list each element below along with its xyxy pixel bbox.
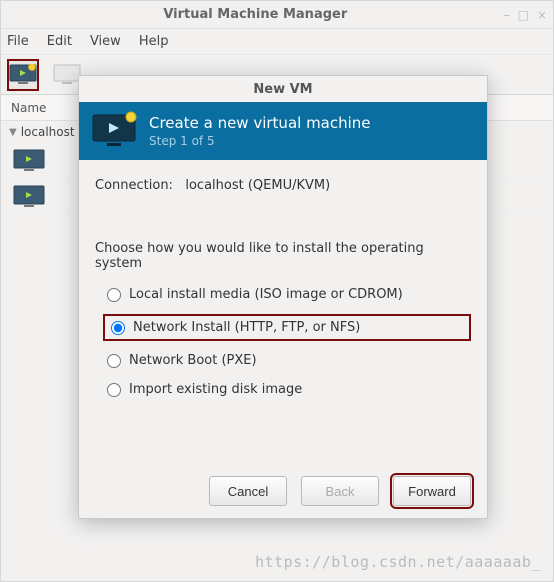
radio-local-install[interactable]: Local install media (ISO image or CDROM)	[103, 285, 471, 304]
dialog-header-step: Step 1 of 5	[149, 134, 371, 148]
dialog-header-title: Create a new virtual machine	[149, 114, 371, 132]
monitor-icon	[13, 149, 45, 173]
dialog-title-bar: New VM	[79, 76, 487, 102]
connection-line: Connection: localhost (QEMU/KVM)	[95, 178, 471, 193]
close-button[interactable]: ×	[537, 8, 547, 22]
radio-network-boot[interactable]: Network Boot (PXE)	[103, 351, 471, 370]
main-window: Virtual Machine Manager – □ × File Edit …	[0, 0, 554, 582]
install-method-radio-group: Local install media (ISO image or CDROM)…	[95, 285, 471, 399]
radio-input-local[interactable]	[107, 288, 121, 302]
tree-expand-icon[interactable]: ▼	[9, 127, 17, 138]
window-controls: – □ ×	[504, 8, 547, 22]
watermark-text: https://blog.csdn.net/aaaaaab_	[255, 553, 541, 571]
radio-input-network-boot[interactable]	[107, 354, 121, 368]
radio-input-network-install[interactable]	[111, 321, 125, 335]
main-title-bar: Virtual Machine Manager – □ ×	[1, 1, 553, 29]
menu-edit[interactable]: Edit	[47, 34, 72, 49]
menu-view[interactable]: View	[90, 34, 121, 49]
monitor-icon	[9, 64, 37, 86]
menu-bar: File Edit View Help	[1, 29, 553, 55]
monitor-icon	[53, 64, 81, 86]
radio-input-import[interactable]	[107, 383, 121, 397]
minimize-button[interactable]: –	[504, 8, 510, 22]
monitor-create-icon	[91, 111, 137, 151]
dialog-body: Connection: localhost (QEMU/KVM) Choose …	[79, 160, 487, 464]
choose-instruction: Choose how you would like to install the…	[95, 241, 471, 271]
cancel-button[interactable]: Cancel	[209, 476, 287, 506]
new-vm-toolbar-button[interactable]	[7, 59, 39, 91]
forward-button[interactable]: Forward	[393, 476, 471, 506]
radio-label-network-boot: Network Boot (PXE)	[129, 353, 257, 368]
column-header-name[interactable]: Name	[11, 101, 46, 115]
radio-label-network-install: Network Install (HTTP, FTP, or NFS)	[133, 320, 360, 335]
radio-label-local: Local install media (ISO image or CDROM)	[129, 287, 403, 302]
dialog-footer: Cancel Back Forward	[79, 464, 487, 518]
new-vm-dialog: New VM Create a new virtual machine Step…	[78, 75, 488, 519]
radio-label-import: Import existing disk image	[129, 382, 302, 397]
dialog-title: New VM	[253, 82, 312, 97]
window-title: Virtual Machine Manager	[7, 7, 504, 22]
dialog-header-text: Create a new virtual machine Step 1 of 5	[149, 114, 371, 148]
connection-label: Connection:	[95, 178, 173, 193]
menu-file[interactable]: File	[7, 34, 29, 49]
monitor-icon	[13, 185, 45, 209]
back-button[interactable]: Back	[301, 476, 379, 506]
maximize-button[interactable]: □	[518, 8, 529, 22]
menu-help[interactable]: Help	[139, 34, 169, 49]
radio-network-install[interactable]: Network Install (HTTP, FTP, or NFS)	[103, 314, 471, 341]
connection-value: localhost (QEMU/KVM)	[185, 178, 330, 193]
dialog-header: Create a new virtual machine Step 1 of 5	[79, 102, 487, 160]
tree-host-label: localhost	[21, 125, 75, 139]
radio-import-disk[interactable]: Import existing disk image	[103, 380, 471, 399]
